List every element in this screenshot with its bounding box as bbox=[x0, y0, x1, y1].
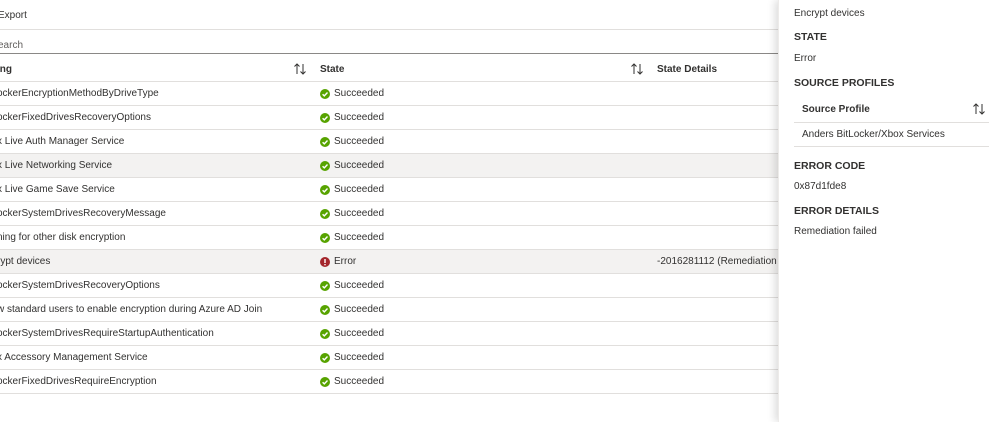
setting-name-cell: ockerSystemDrivesRecoveryOptions bbox=[0, 280, 160, 291]
setting-name-cell: x Live Networking Service bbox=[0, 160, 113, 171]
state-cell: Succeeded bbox=[334, 88, 385, 99]
source-profile-value: Anders BitLocker/Xbox Services bbox=[802, 129, 945, 140]
main-pane: Export ing State State Details ockerEncr… bbox=[0, 0, 778, 422]
success-icon bbox=[320, 377, 330, 387]
state-cell: Succeeded bbox=[334, 136, 385, 147]
state-cell: Succeeded bbox=[334, 160, 385, 171]
success-icon bbox=[320, 137, 330, 147]
success-icon bbox=[320, 281, 330, 291]
sort-icon[interactable] bbox=[972, 102, 986, 116]
success-icon bbox=[320, 329, 330, 339]
state-cell: Succeeded bbox=[334, 280, 385, 291]
source-profile-table-header: Source Profile bbox=[794, 99, 989, 123]
column-header-source-profile[interactable]: Source Profile bbox=[802, 104, 870, 116]
success-icon bbox=[320, 353, 330, 363]
setting-name-cell: ockerFixedDrivesRequireEncryption bbox=[0, 376, 157, 387]
table-row[interactable]: ockerFixedDrivesRecoveryOptions Succeeded bbox=[0, 106, 778, 130]
setting-name-cell: ockerEncryptionMethodByDriveType bbox=[0, 88, 159, 99]
state-cell: Error bbox=[334, 256, 357, 267]
setting-name-cell: x Live Auth Manager Service bbox=[0, 136, 125, 147]
table-row[interactable]: ockerSystemDrivesRecoveryMessage Succeede… bbox=[0, 202, 778, 226]
source-profile-row[interactable]: Anders BitLocker/Xbox Services bbox=[794, 124, 989, 147]
state-value: Error bbox=[794, 53, 817, 64]
state-cell: Succeeded bbox=[334, 208, 385, 219]
success-icon bbox=[320, 89, 330, 99]
setting-name-cell: x Accessory Management Service bbox=[0, 352, 148, 363]
table-row[interactable]: ockerSystemDrivesRecoveryOptions Succeede… bbox=[0, 274, 778, 298]
success-icon bbox=[320, 113, 330, 123]
setting-name-cell: w standard users to enable encryption du… bbox=[0, 304, 263, 315]
search-box bbox=[0, 37, 778, 54]
setting-name-cell: ockerSystemDrivesRecoveryMessage bbox=[0, 208, 166, 219]
error-details-heading: ERROR DETAILS bbox=[794, 205, 879, 217]
column-header-setting[interactable]: ing bbox=[0, 63, 309, 76]
success-icon bbox=[320, 305, 330, 315]
table-row[interactable]: ning for other disk encryption Succeeded bbox=[0, 226, 778, 250]
table-row[interactable]: ockerSystemDrivesRequireStartupAuthentic… bbox=[0, 322, 778, 346]
success-icon bbox=[320, 185, 330, 195]
sort-icon[interactable] bbox=[293, 62, 307, 76]
state-cell: Succeeded bbox=[334, 112, 385, 123]
settings-table: ing State State Details ockerEncryptionM… bbox=[0, 57, 778, 394]
table-header: ing State State Details bbox=[0, 57, 778, 82]
table-body: ockerEncryptionMethodByDriveType Succeede… bbox=[0, 82, 778, 394]
state-cell: Succeeded bbox=[334, 352, 385, 363]
setting-name-cell: ning for other disk encryption bbox=[0, 232, 126, 243]
error-code-heading: ERROR CODE bbox=[794, 160, 866, 172]
error-details-value: Remediation failed bbox=[794, 226, 877, 237]
table-row[interactable]: ockerEncryptionMethodByDriveType Succeede… bbox=[0, 82, 778, 106]
setting-name-cell: ockerFixedDrivesRecoveryOptions bbox=[0, 112, 151, 123]
success-icon bbox=[320, 209, 330, 219]
state-cell: Succeeded bbox=[334, 232, 385, 243]
state-cell: Succeeded bbox=[334, 304, 385, 315]
table-row[interactable]: x Live Game Save Service Succeeded bbox=[0, 178, 778, 202]
setting-name-cell: ockerSystemDrivesRequireStartupAuthentic… bbox=[0, 328, 214, 339]
sort-icon[interactable] bbox=[630, 62, 644, 76]
table-row[interactable]: rypt devices Error -2016281112 (Remediatio… bbox=[0, 250, 778, 274]
panel-title: Encrypt devices bbox=[794, 8, 865, 19]
table-row[interactable]: w standard users to enable encryption du… bbox=[0, 298, 778, 322]
column-header-state-details[interactable]: State Details bbox=[657, 63, 778, 76]
table-row[interactable]: ockerFixedDrivesRequireEncryption Succeed… bbox=[0, 370, 778, 394]
error-code-value: 0x87d1fde8 bbox=[794, 181, 847, 192]
export-button[interactable]: Export bbox=[0, 9, 27, 23]
source-profiles-heading: SOURCE PROFILES bbox=[794, 77, 895, 89]
state-details-cell: -2016281112 (Remediation f bbox=[657, 256, 778, 267]
toolbar: Export bbox=[0, 0, 778, 30]
state-heading: STATE bbox=[794, 31, 827, 43]
success-icon bbox=[320, 233, 330, 243]
table-row[interactable]: x Live Networking Service Succeeded bbox=[0, 154, 778, 178]
state-cell: Succeeded bbox=[334, 328, 385, 339]
state-cell: Succeeded bbox=[334, 184, 385, 195]
error-icon bbox=[320, 257, 330, 267]
success-icon bbox=[320, 161, 330, 171]
table-row[interactable]: x Accessory Management Service Succeeded bbox=[0, 346, 778, 370]
column-header-state[interactable]: State bbox=[320, 63, 620, 76]
search-input[interactable] bbox=[0, 38, 778, 53]
setting-name-cell: rypt devices bbox=[0, 256, 51, 267]
details-panel: Encrypt devices STATE Error SOURCE PROFI… bbox=[778, 0, 999, 422]
table-row[interactable]: x Live Auth Manager Service Succeeded bbox=[0, 130, 778, 154]
state-cell: Succeeded bbox=[334, 376, 385, 387]
setting-name-cell: x Live Game Save Service bbox=[0, 184, 115, 195]
